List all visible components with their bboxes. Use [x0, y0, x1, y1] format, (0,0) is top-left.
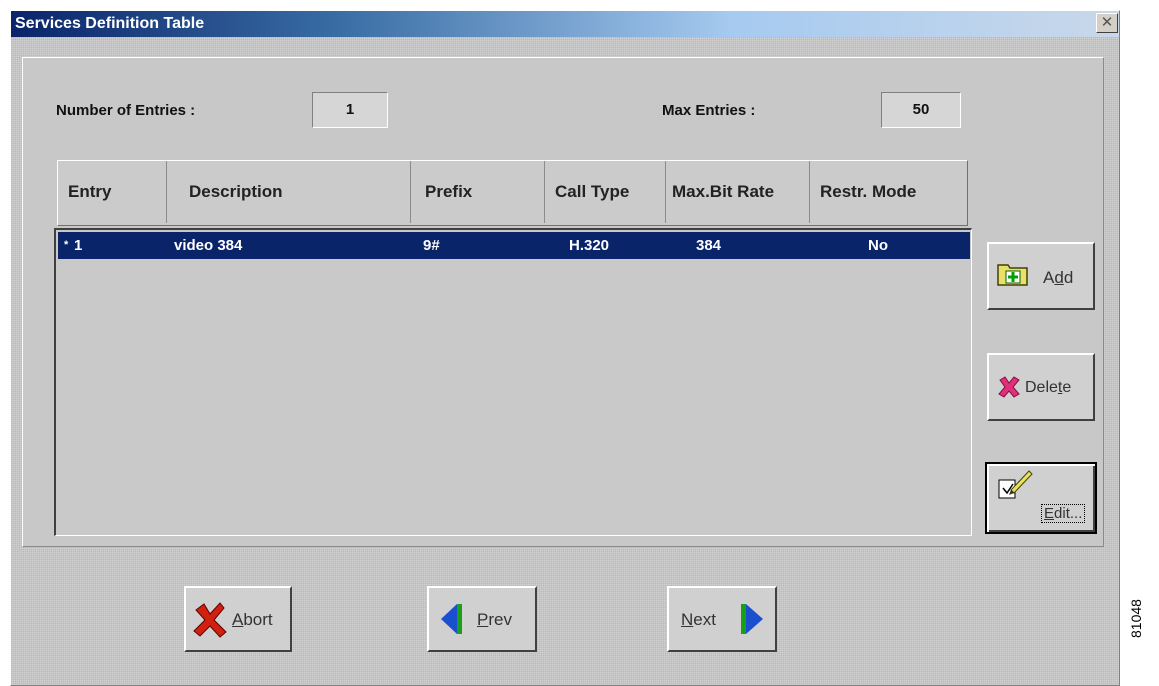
column-header-entry[interactable]: Entry	[58, 161, 167, 223]
window-title: Services Definition Table	[15, 15, 205, 32]
table-header: Entry Description Prefix Call Type Max.B…	[57, 160, 968, 226]
edit-pencil-icon	[997, 468, 1033, 505]
close-icon: ✕	[1100, 14, 1114, 31]
next-label: Next	[681, 610, 716, 629]
abort-label: Abort	[232, 610, 273, 629]
abort-button[interactable]: Abort	[184, 586, 292, 652]
max-entries-value: 50	[881, 92, 961, 128]
delete-label: Delete	[1025, 379, 1072, 396]
row-marker: *	[64, 239, 69, 251]
column-header-call-type[interactable]: Call Type	[545, 161, 666, 223]
delete-button[interactable]: Delete	[987, 353, 1095, 421]
prev-label: Prev	[477, 610, 512, 629]
edit-label: Edit...	[1041, 504, 1086, 523]
column-header-restr-mode[interactable]: Restr. Mode	[810, 161, 965, 223]
prev-button[interactable]: Prev	[427, 586, 537, 652]
column-header-description[interactable]: Description	[167, 161, 411, 223]
delete-x-icon	[997, 375, 1021, 404]
number-of-entries-label: Number of Entries :	[56, 102, 196, 119]
column-header-max-bit-rate[interactable]: Max.Bit Rate	[666, 161, 810, 223]
figure-id: 81048	[1128, 599, 1144, 638]
title-bar: Services Definition Table ✕	[11, 11, 1119, 37]
cell-max-bit-rate: 384	[696, 237, 722, 254]
edit-button[interactable]: Edit...	[985, 462, 1097, 534]
number-of-entries-value: 1	[312, 92, 388, 128]
column-header-prefix[interactable]: Prefix	[411, 161, 545, 223]
add-button[interactable]: Add	[987, 242, 1095, 310]
table-row[interactable]: * 1 video 384 9# H.320 384 No	[58, 232, 970, 259]
add-folder-icon	[997, 260, 1029, 291]
cell-restr-mode: No	[868, 237, 888, 254]
max-entries-label: Max Entries :	[662, 102, 756, 119]
next-arrow-icon	[739, 602, 765, 641]
next-button[interactable]: Next	[667, 586, 777, 652]
add-label: Add	[1043, 268, 1074, 287]
services-list[interactable]: * 1 video 384 9# H.320 384 No	[54, 228, 972, 536]
cell-prefix: 9#	[423, 237, 440, 254]
abort-x-icon	[192, 602, 228, 643]
cell-entry: 1	[74, 237, 83, 254]
prev-arrow-icon	[439, 602, 465, 641]
close-button[interactable]: ✕	[1096, 13, 1118, 33]
cell-call-type: H.320	[569, 237, 610, 254]
cell-description: video 384	[174, 237, 243, 254]
